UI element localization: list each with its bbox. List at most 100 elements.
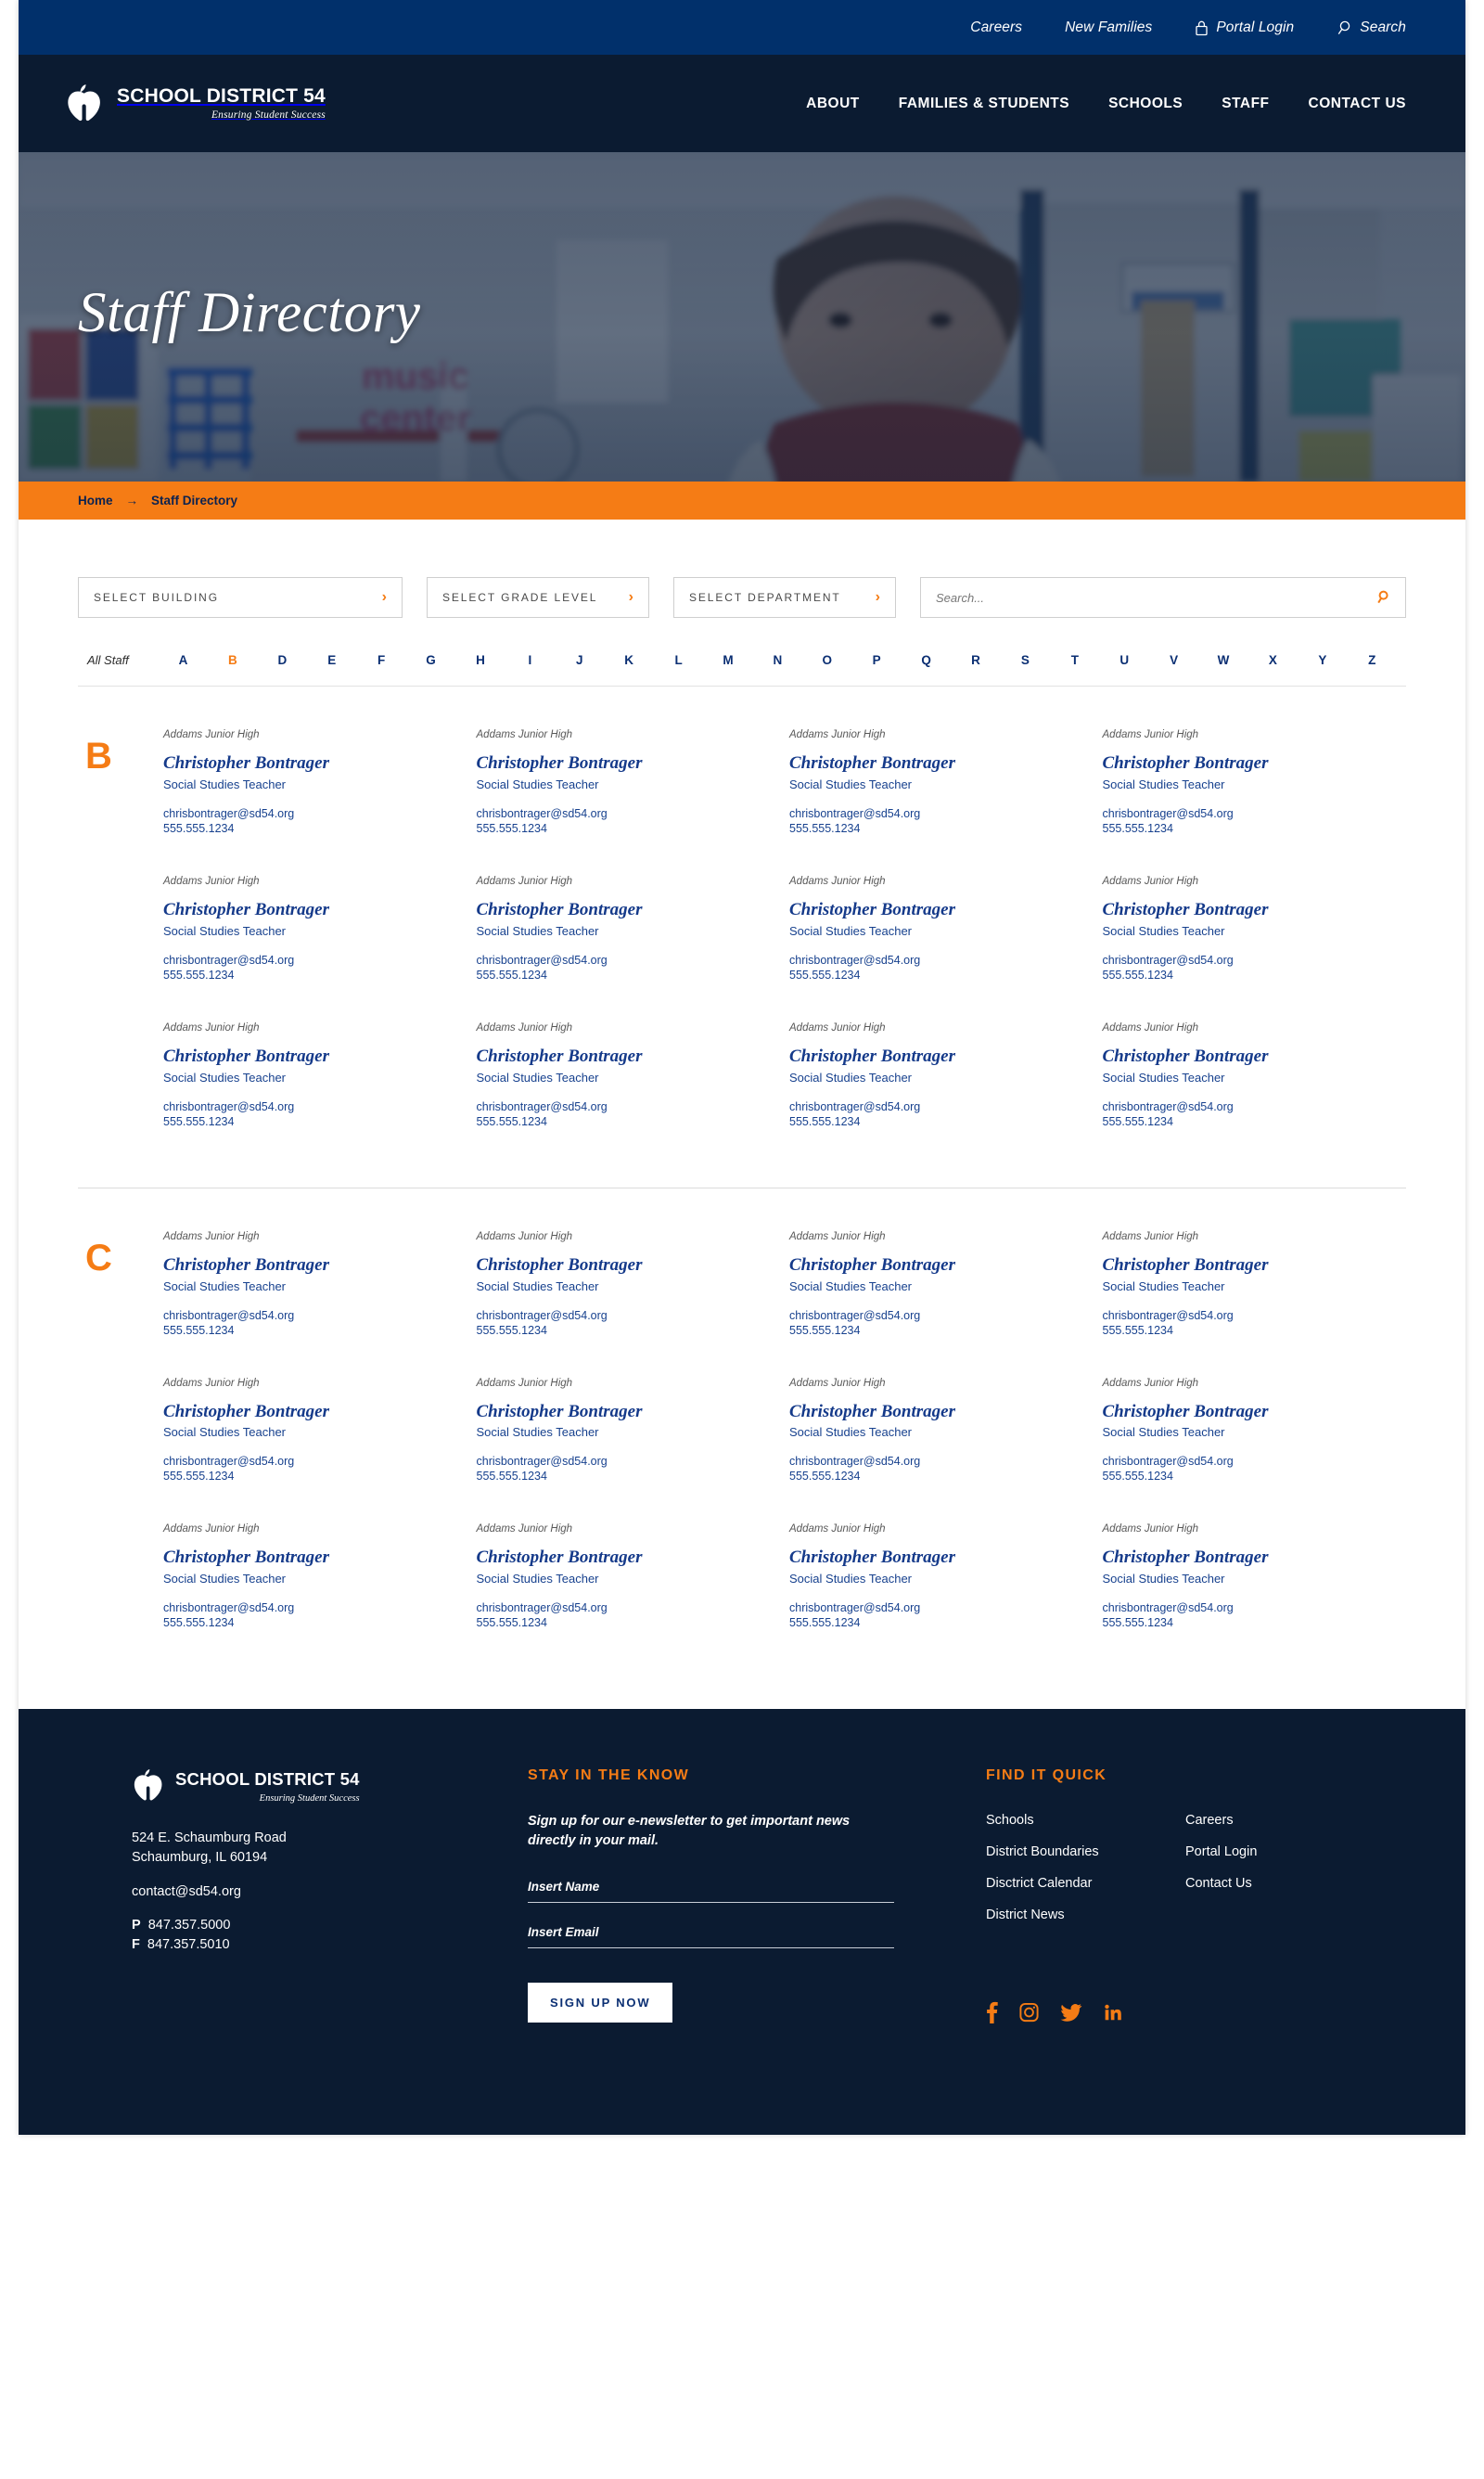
alpha-filter-letter-k[interactable]: K: [604, 653, 653, 667]
utility-link-new-families[interactable]: New Families: [1065, 19, 1152, 36]
staff-phone-link[interactable]: 555.555.1234: [1103, 1324, 1396, 1337]
nav-item-families-students[interactable]: FAMILIES & STUDENTS: [899, 96, 1069, 112]
staff-name-link[interactable]: Christopher Bontrager: [163, 753, 456, 774]
alpha-filter-letter-h[interactable]: H: [455, 653, 505, 667]
staff-name-link[interactable]: Christopher Bontrager: [789, 900, 1082, 920]
linkedin-icon[interactable]: [1103, 2001, 1123, 2023]
staff-name-link[interactable]: Christopher Bontrager: [477, 1255, 770, 1276]
staff-phone-link[interactable]: 555.555.1234: [163, 1470, 456, 1483]
staff-email-link[interactable]: chrisbontrager@sd54.org: [789, 1601, 1082, 1614]
staff-name-link[interactable]: Christopher Bontrager: [789, 1255, 1082, 1276]
staff-email-link[interactable]: chrisbontrager@sd54.org: [789, 1100, 1082, 1113]
alpha-filter-letter-o[interactable]: O: [802, 653, 851, 667]
alpha-filter-letter-e[interactable]: E: [307, 653, 356, 667]
alpha-filter-letter-i[interactable]: I: [505, 653, 555, 667]
alpha-filter-letter-z[interactable]: Z: [1348, 653, 1397, 667]
staff-email-link[interactable]: chrisbontrager@sd54.org: [163, 1455, 456, 1468]
breadcrumb-home[interactable]: Home: [78, 494, 113, 507]
quicklink-disctrict-calendar[interactable]: Disctrict Calendar: [986, 1876, 1092, 1891]
site-logo-link[interactable]: SCHOOL DISTRICT 54 Ensuring Student Succ…: [65, 83, 326, 125]
staff-name-link[interactable]: Christopher Bontrager: [163, 1548, 456, 1568]
alpha-filter-letter-d[interactable]: D: [258, 653, 307, 667]
alpha-filter-letter-p[interactable]: P: [851, 653, 901, 667]
staff-phone-link[interactable]: 555.555.1234: [163, 1324, 456, 1337]
staff-name-link[interactable]: Christopher Bontrager: [789, 753, 1082, 774]
staff-email-link[interactable]: chrisbontrager@sd54.org: [1103, 807, 1396, 820]
twitter-icon[interactable]: [1060, 2001, 1082, 2023]
staff-email-link[interactable]: chrisbontrager@sd54.org: [477, 807, 770, 820]
staff-phone-link[interactable]: 555.555.1234: [477, 1324, 770, 1337]
alpha-filter-letter-y[interactable]: Y: [1298, 653, 1347, 667]
staff-email-link[interactable]: chrisbontrager@sd54.org: [1103, 1455, 1396, 1468]
staff-email-link[interactable]: chrisbontrager@sd54.org: [163, 1100, 456, 1113]
staff-name-link[interactable]: Christopher Bontrager: [477, 1047, 770, 1067]
staff-email-link[interactable]: chrisbontrager@sd54.org: [477, 1601, 770, 1614]
newsletter-signup-button[interactable]: SIGN UP NOW: [528, 1983, 673, 2023]
alpha-filter-letter-f[interactable]: F: [356, 653, 405, 667]
select-building-dropdown[interactable]: SELECT BUILDING ›: [78, 577, 403, 618]
staff-phone-link[interactable]: 555.555.1234: [1103, 969, 1396, 982]
staff-email-link[interactable]: chrisbontrager@sd54.org: [1103, 1309, 1396, 1322]
staff-name-link[interactable]: Christopher Bontrager: [477, 900, 770, 920]
staff-email-link[interactable]: chrisbontrager@sd54.org: [789, 1309, 1082, 1322]
staff-name-link[interactable]: Christopher Bontrager: [1103, 1047, 1396, 1067]
staff-phone-link[interactable]: 555.555.1234: [477, 1470, 770, 1483]
alpha-filter-letter-u[interactable]: U: [1100, 653, 1149, 667]
alpha-filter-letter-j[interactable]: J: [555, 653, 604, 667]
instagram-icon[interactable]: [1018, 2001, 1040, 2023]
staff-email-link[interactable]: chrisbontrager@sd54.org: [477, 954, 770, 967]
staff-email-link[interactable]: chrisbontrager@sd54.org: [477, 1309, 770, 1322]
quicklink-careers[interactable]: Careers: [1185, 1813, 1234, 1828]
quicklink-district-boundaries[interactable]: District Boundaries: [986, 1844, 1099, 1859]
utility-link-portal-login[interactable]: Portal Login: [1195, 19, 1294, 36]
staff-phone-link[interactable]: 555.555.1234: [1103, 1616, 1396, 1629]
alpha-filter-letter-q[interactable]: Q: [902, 653, 951, 667]
staff-phone-link[interactable]: 555.555.1234: [789, 822, 1082, 835]
alpha-filter-letter-s[interactable]: S: [1001, 653, 1050, 667]
staff-phone-link[interactable]: 555.555.1234: [163, 1616, 456, 1629]
newsletter-email-field[interactable]: [528, 1924, 894, 1949]
staff-phone-link[interactable]: 555.555.1234: [1103, 822, 1396, 835]
staff-email-link[interactable]: chrisbontrager@sd54.org: [1103, 1601, 1396, 1614]
staff-phone-link[interactable]: 555.555.1234: [477, 1115, 770, 1128]
nav-item-contact-us[interactable]: CONTACT US: [1309, 96, 1406, 112]
search-input[interactable]: [936, 590, 1376, 605]
staff-phone-link[interactable]: 555.555.1234: [163, 822, 456, 835]
staff-name-link[interactable]: Christopher Bontrager: [1103, 900, 1396, 920]
staff-name-link[interactable]: Christopher Bontrager: [1103, 1402, 1396, 1422]
staff-name-link[interactable]: Christopher Bontrager: [1103, 1255, 1396, 1276]
alpha-filter-letter-g[interactable]: G: [406, 653, 455, 667]
staff-email-link[interactable]: chrisbontrager@sd54.org: [789, 954, 1082, 967]
staff-name-link[interactable]: Christopher Bontrager: [1103, 753, 1396, 774]
search-icon[interactable]: [1376, 590, 1390, 605]
staff-name-link[interactable]: Christopher Bontrager: [477, 1402, 770, 1422]
quicklink-portal-login[interactable]: Portal Login: [1185, 1844, 1257, 1859]
select-grade-level-dropdown[interactable]: SELECT GRADE LEVEL ›: [427, 577, 649, 618]
staff-name-link[interactable]: Christopher Bontrager: [477, 753, 770, 774]
utility-link-search[interactable]: Search: [1337, 19, 1406, 36]
staff-phone-link[interactable]: 555.555.1234: [789, 1324, 1082, 1337]
staff-phone-link[interactable]: 555.555.1234: [789, 1115, 1082, 1128]
select-department-dropdown[interactable]: SELECT DEPARTMENT ›: [673, 577, 896, 618]
alpha-filter-letter-l[interactable]: L: [654, 653, 703, 667]
quicklink-contact-us[interactable]: Contact Us: [1185, 1876, 1252, 1891]
staff-name-link[interactable]: Christopher Bontrager: [789, 1548, 1082, 1568]
quicklink-district-news[interactable]: District News: [986, 1907, 1065, 1922]
alpha-filter-letter-b[interactable]: B: [208, 653, 257, 667]
quicklink-schools[interactable]: Schools: [986, 1813, 1034, 1828]
alpha-filter-letter-r[interactable]: R: [951, 653, 1000, 667]
staff-name-link[interactable]: Christopher Bontrager: [163, 1402, 456, 1422]
staff-name-link[interactable]: Christopher Bontrager: [1103, 1548, 1396, 1568]
staff-name-link[interactable]: Christopher Bontrager: [789, 1047, 1082, 1067]
newsletter-name-field[interactable]: [528, 1879, 894, 1904]
staff-email-link[interactable]: chrisbontrager@sd54.org: [789, 1455, 1082, 1468]
footer-logo[interactable]: SCHOOL DISTRICT 54 Ensuring Student Succ…: [132, 1767, 528, 1805]
staff-phone-link[interactable]: 555.555.1234: [1103, 1470, 1396, 1483]
staff-phone-link[interactable]: 555.555.1234: [477, 822, 770, 835]
staff-email-link[interactable]: chrisbontrager@sd54.org: [477, 1100, 770, 1113]
newsletter-name-input[interactable]: [528, 1880, 894, 1895]
staff-email-link[interactable]: chrisbontrager@sd54.org: [1103, 954, 1396, 967]
staff-name-link[interactable]: Christopher Bontrager: [789, 1402, 1082, 1422]
footer-email-link[interactable]: contact@sd54.org: [132, 1884, 528, 1899]
nav-item-staff[interactable]: STAFF: [1222, 96, 1269, 112]
